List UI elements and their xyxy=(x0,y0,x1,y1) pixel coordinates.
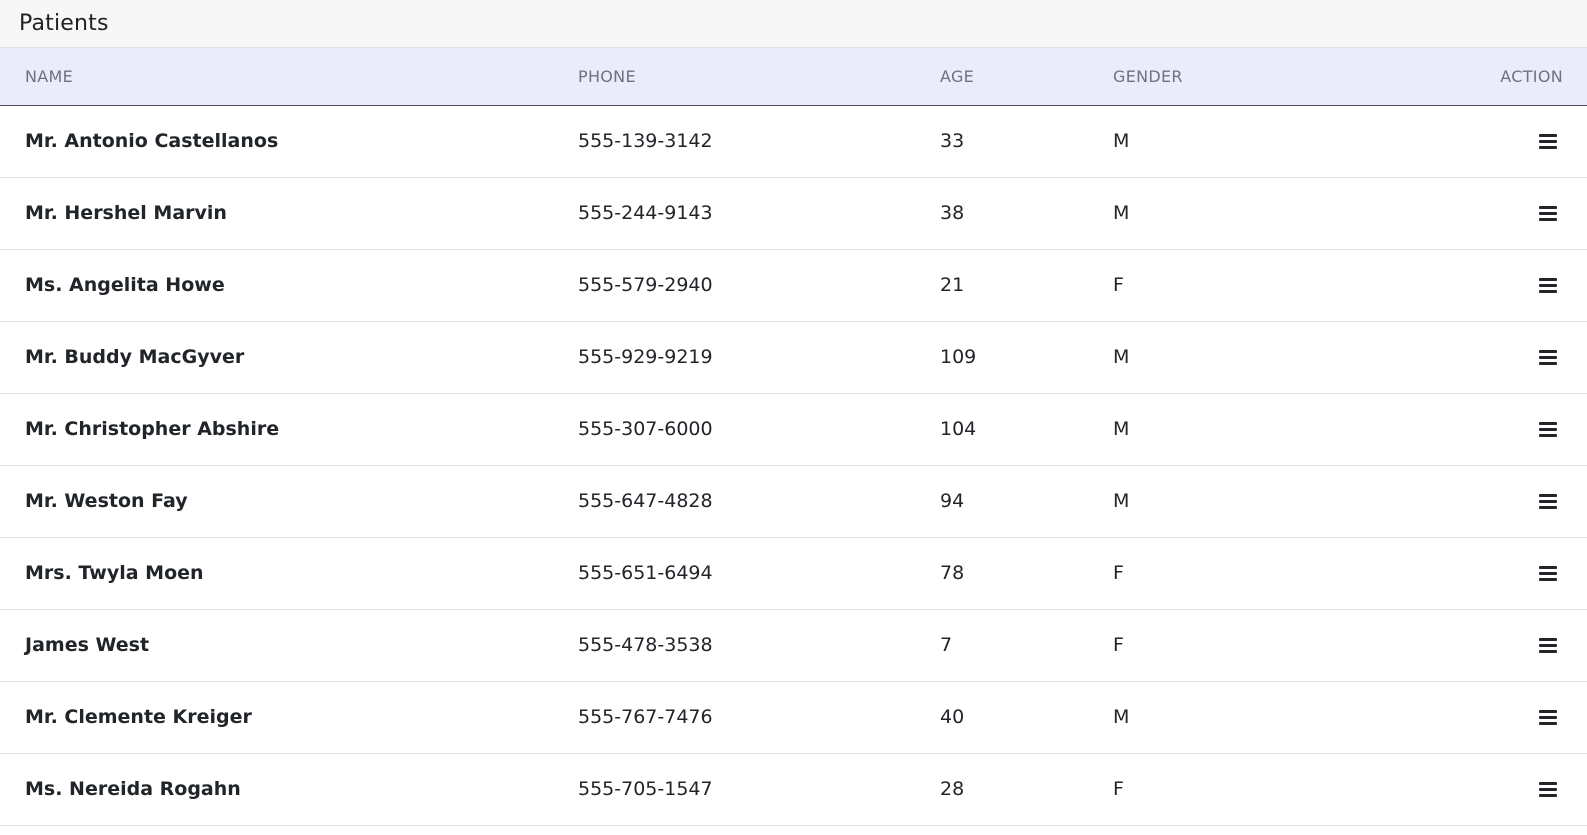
patient-phone: 555-929-9219 xyxy=(578,346,713,368)
patient-gender: M xyxy=(1113,418,1130,440)
patient-name: Mrs. Twyla Moen xyxy=(25,562,204,584)
hamburger-menu-icon[interactable] xyxy=(1539,422,1557,437)
hamburger-menu-icon[interactable] xyxy=(1539,566,1557,581)
table-row: Mr. Hershel Marvin 555-244-9143 38 M xyxy=(0,177,1587,249)
patient-name: James West xyxy=(25,634,150,656)
patient-phone: 555-244-9143 xyxy=(578,202,713,224)
patient-name: Mr. Christopher Abshire xyxy=(25,418,280,440)
patient-name: Mr. Buddy MacGyver xyxy=(25,346,245,368)
patient-age: 94 xyxy=(940,490,965,512)
patient-age: 78 xyxy=(940,562,965,584)
column-header-phone: PHONE xyxy=(578,48,940,106)
patient-phone: 555-139-3142 xyxy=(578,130,713,152)
hamburger-menu-icon[interactable] xyxy=(1539,638,1557,653)
patient-age: 21 xyxy=(940,274,965,296)
patient-age: 38 xyxy=(940,202,965,224)
hamburger-menu-icon[interactable] xyxy=(1539,782,1557,797)
patient-name: Mr. Antonio Castellanos xyxy=(25,130,279,152)
patient-age: 104 xyxy=(940,418,977,440)
table-row: Mr. Clemente Kreiger 555-767-7476 40 M xyxy=(0,681,1587,753)
column-header-gender: GENDER xyxy=(1113,48,1413,106)
table-header-row: NAME PHONE AGE GENDER ACTION xyxy=(0,48,1587,106)
table-row: Mr. Christopher Abshire 555-307-6000 104 M xyxy=(0,393,1587,465)
hamburger-menu-icon[interactable] xyxy=(1539,206,1557,221)
patient-gender: M xyxy=(1113,706,1130,728)
patient-phone: 555-579-2940 xyxy=(578,274,713,296)
table-header: NAME PHONE AGE GENDER ACTION xyxy=(0,48,1587,106)
patient-name: Ms. Angelita Howe xyxy=(25,274,225,296)
patient-gender: M xyxy=(1113,346,1130,368)
table-row: Mr. Buddy MacGyver 555-929-9219 109 M xyxy=(0,321,1587,393)
patient-gender: F xyxy=(1113,634,1124,656)
patient-gender: M xyxy=(1113,130,1130,152)
table-row: James West 555-478-3538 7 F xyxy=(0,609,1587,681)
row-action-cell xyxy=(1413,609,1587,681)
table-row: Ms. Nereida Rogahn 555-705-1547 28 F xyxy=(0,753,1587,825)
patient-age: 7 xyxy=(940,634,953,656)
row-action-cell xyxy=(1413,537,1587,609)
table-row: Mr. Weston Fay 555-647-4828 94 M xyxy=(0,465,1587,537)
patient-phone: 555-478-3538 xyxy=(578,634,713,656)
patient-name: Mr. Clemente Kreiger xyxy=(25,706,252,728)
table-row: Mrs. Twyla Moen 555-651-6494 78 F xyxy=(0,537,1587,609)
column-header-name: NAME xyxy=(0,48,578,106)
column-header-action: ACTION xyxy=(1413,48,1587,106)
table-row: Ms. Angelita Howe 555-579-2940 21 F xyxy=(0,249,1587,321)
patient-gender: F xyxy=(1113,274,1124,296)
hamburger-menu-icon[interactable] xyxy=(1539,350,1557,365)
patient-phone: 555-767-7476 xyxy=(578,706,713,728)
row-action-cell xyxy=(1413,465,1587,537)
row-action-cell xyxy=(1413,321,1587,393)
row-action-cell xyxy=(1413,177,1587,249)
table-body: Mr. Antonio Castellanos 555-139-3142 33 M Mr… xyxy=(0,105,1587,825)
patients-table: NAME PHONE AGE GENDER ACTION Mr. Antonio… xyxy=(0,48,1587,826)
patient-gender: F xyxy=(1113,562,1124,584)
patient-phone: 555-651-6494 xyxy=(578,562,713,584)
patient-name: Mr. Hershel Marvin xyxy=(25,202,227,224)
hamburger-menu-icon[interactable] xyxy=(1539,278,1557,293)
row-action-cell xyxy=(1413,681,1587,753)
patient-gender: F xyxy=(1113,778,1124,800)
patient-phone: 555-647-4828 xyxy=(578,490,713,512)
table-row: Mr. Antonio Castellanos 555-139-3142 33 M xyxy=(0,105,1587,177)
hamburger-menu-icon[interactable] xyxy=(1539,710,1557,725)
patient-phone: 555-705-1547 xyxy=(578,778,713,800)
patient-phone: 555-307-6000 xyxy=(578,418,713,440)
hamburger-menu-icon[interactable] xyxy=(1539,494,1557,509)
patient-age: 109 xyxy=(940,346,977,368)
patient-age: 33 xyxy=(940,130,965,152)
column-header-age: AGE xyxy=(940,48,1113,106)
patient-name: Mr. Weston Fay xyxy=(25,490,188,512)
row-action-cell xyxy=(1413,249,1587,321)
hamburger-menu-icon[interactable] xyxy=(1539,134,1557,149)
patients-panel: Patients NAME PHONE AGE GENDER ACTION Mr… xyxy=(0,0,1587,835)
page-title: Patients xyxy=(19,11,109,36)
row-action-cell xyxy=(1413,393,1587,465)
patient-age: 28 xyxy=(940,778,965,800)
row-action-cell xyxy=(1413,753,1587,825)
patient-name: Ms. Nereida Rogahn xyxy=(25,778,241,800)
row-action-cell xyxy=(1413,105,1587,177)
patient-gender: M xyxy=(1113,490,1130,512)
panel-header: Patients xyxy=(0,0,1587,48)
patient-age: 40 xyxy=(940,706,965,728)
patient-gender: M xyxy=(1113,202,1130,224)
